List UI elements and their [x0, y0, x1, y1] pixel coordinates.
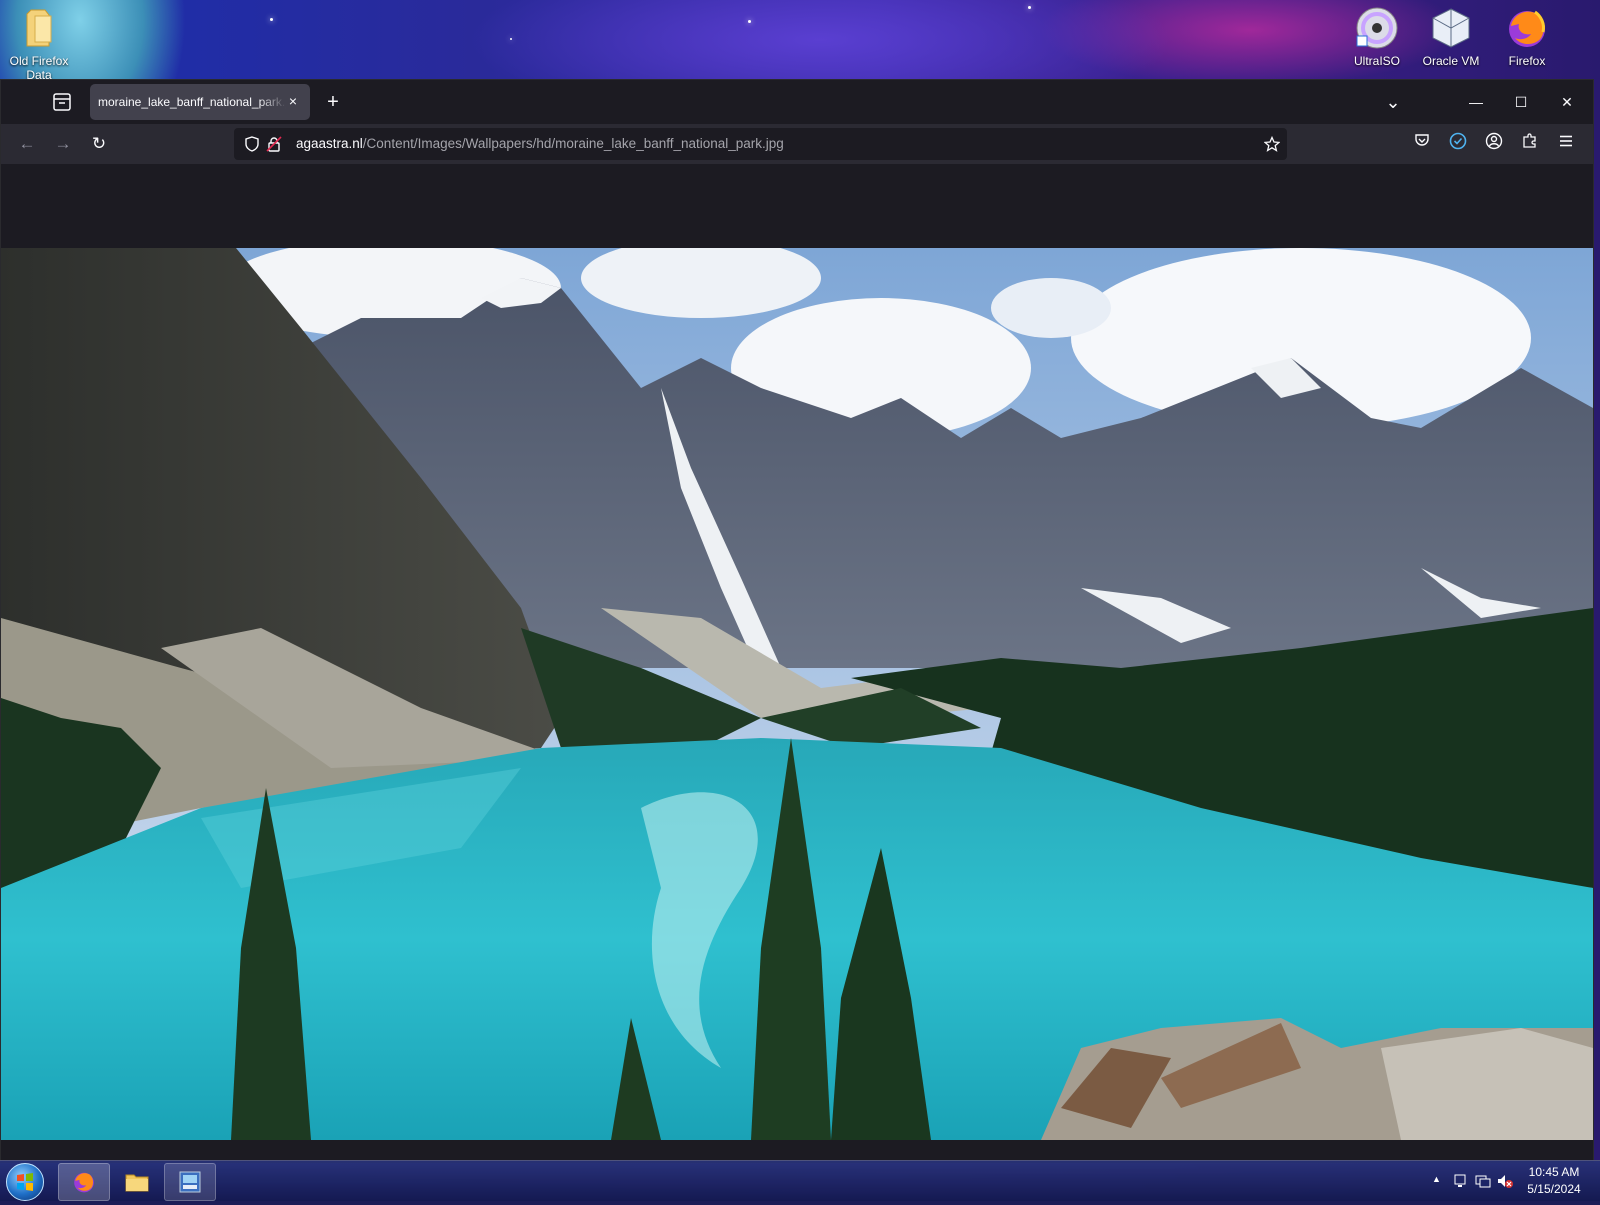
desktop-icon-label: Old Firefox Data: [9, 54, 69, 82]
firefox-window: moraine_lake_banff_national_park.jpg × +…: [0, 79, 1594, 1163]
list-all-tabs-button[interactable]: ⌄: [1373, 88, 1413, 116]
insecure-lock-icon[interactable]: [266, 136, 282, 152]
firefox-taskbar-item[interactable]: [58, 1163, 110, 1201]
extensions-button[interactable]: [1518, 132, 1542, 156]
desktop-icon-label: Firefox: [1508, 54, 1546, 68]
clock-time: 10:45 AM: [1528, 1165, 1580, 1179]
url-bar[interactable]: agaastra.nl/Content/Images/Wallpapers/hd…: [234, 128, 1287, 160]
hamburger-menu-icon: [1560, 135, 1572, 147]
clock-date: 5/15/2024: [1527, 1182, 1581, 1196]
firefox-view-icon: [53, 93, 71, 111]
desktop-icon-old-firefox-data[interactable]: Old Firefox Data: [0, 6, 78, 82]
url-path: /Content/Images/Wallpapers/hd/moraine_la…: [362, 136, 784, 151]
desktop-icon-label: Oracle VM VirtualBox: [1422, 54, 1480, 68]
close-window-button[interactable]: ✕: [1547, 88, 1587, 116]
start-button[interactable]: [6, 1163, 44, 1201]
disc-icon: [1355, 6, 1399, 50]
landscape-photo: [1, 248, 1593, 1140]
minimize-button[interactable]: —: [1456, 88, 1496, 116]
moraine-lake-image[interactable]: [1, 248, 1593, 1140]
tab-close-icon[interactable]: ×: [284, 92, 302, 110]
folder-icon: [125, 1174, 149, 1192]
new-tab-button[interactable]: +: [321, 90, 345, 114]
show-hidden-icons-button[interactable]: ▲: [1432, 1174, 1441, 1184]
firefox-view-button[interactable]: [51, 92, 73, 112]
desktop-icon-label: UltraISO: [1353, 54, 1400, 68]
maximize-button[interactable]: ☐: [1501, 88, 1541, 116]
wallpaper-star: [748, 20, 751, 23]
windows-logo-icon: [17, 1173, 33, 1191]
tab-title: moraine_lake_banff_national_park.jpg: [98, 95, 286, 109]
firefox-icon: [74, 1172, 94, 1193]
check-circle-icon: [1449, 132, 1467, 150]
account-icon: [1485, 132, 1503, 150]
pocket-button[interactable]: [1410, 132, 1434, 156]
volume-muted-icon[interactable]: [1496, 1173, 1514, 1189]
forward-button[interactable]: →: [51, 132, 75, 156]
app-2016-taskbar-item[interactable]: [164, 1163, 216, 1201]
app-menu-button[interactable]: [1554, 132, 1578, 156]
file-explorer-taskbar-item[interactable]: [111, 1163, 163, 1201]
desktop-icon-ultraiso[interactable]: UltraISO: [1338, 6, 1416, 68]
url-text[interactable]: agaastra.nl/Content/Images/Wallpapers/hd…: [296, 136, 784, 151]
tab-active[interactable]: moraine_lake_banff_national_park.jpg ×: [90, 84, 310, 120]
desktop-icon-firefox[interactable]: Firefox: [1488, 6, 1566, 68]
bookmark-star-icon[interactable]: [1264, 136, 1280, 152]
app-icon: [179, 1171, 201, 1193]
account-button[interactable]: [1482, 132, 1506, 156]
navigation-toolbar: ← → ↻ agaastra.nl/Content/Images/Wallpap…: [1, 124, 1593, 164]
network-icon[interactable]: [1474, 1173, 1492, 1189]
reload-button[interactable]: ↻: [87, 132, 111, 156]
taskbar: ▲ 10:45 AM 5/15/2024: [0, 1160, 1600, 1201]
clock[interactable]: 10:45 AM 5/15/2024: [1522, 1164, 1586, 1198]
pocket-icon: [1415, 134, 1429, 146]
back-button[interactable]: ←: [15, 132, 39, 156]
tab-strip: moraine_lake_banff_national_park.jpg × +…: [1, 80, 1593, 124]
desktop-icon-oracle-vm-virtualbox[interactable]: Oracle VM VirtualBox: [1412, 6, 1490, 68]
wallpaper-star: [1028, 6, 1031, 9]
tracking-protection-shield-icon[interactable]: [244, 136, 260, 152]
url-domain: agaastra.nl: [296, 136, 363, 151]
page-content-viewer: [1, 164, 1593, 1162]
puzzle-piece-icon: [1523, 133, 1536, 148]
folder-icon: [17, 6, 61, 50]
device-tray-icon[interactable]: [1452, 1173, 1468, 1189]
sync-check-button[interactable]: [1446, 132, 1470, 156]
wallpaper-star: [510, 38, 512, 40]
wallpaper-star: [270, 18, 273, 21]
firefox-icon: [1505, 6, 1549, 50]
virtualbox-icon: [1429, 6, 1473, 50]
